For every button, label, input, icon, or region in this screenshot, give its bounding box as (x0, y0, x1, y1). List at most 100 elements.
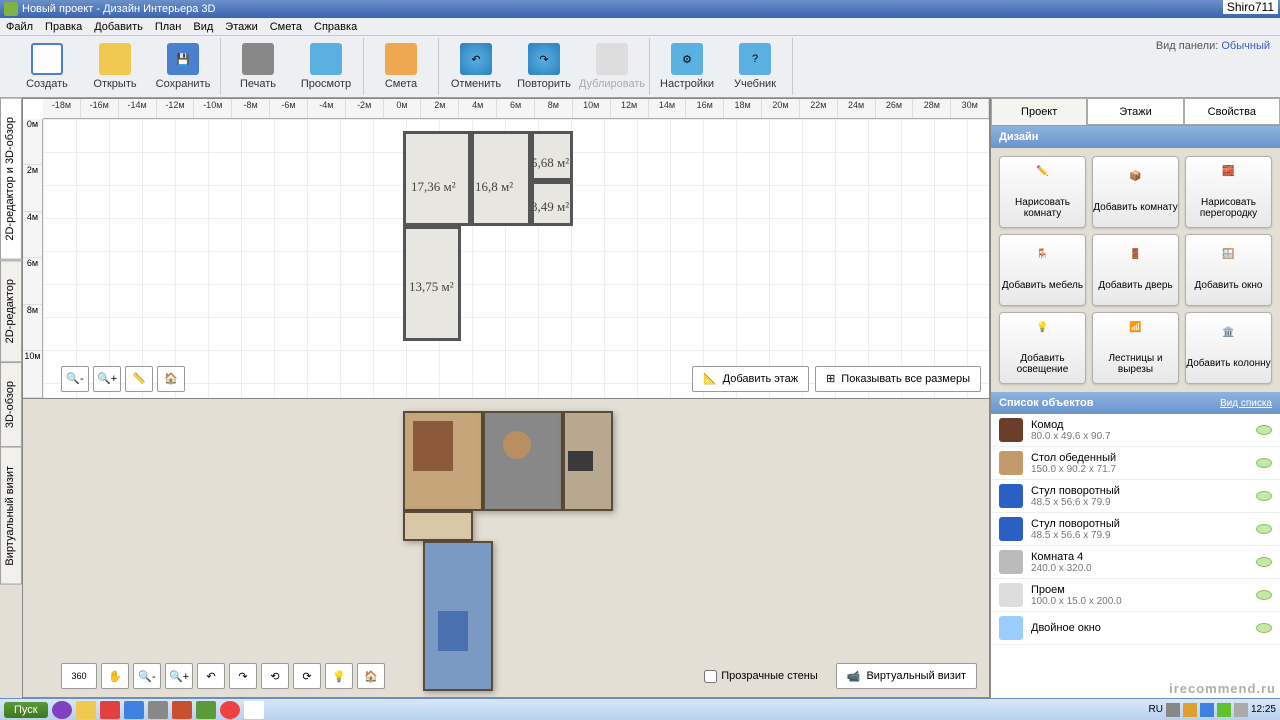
tray-icon[interactable] (1166, 703, 1180, 717)
menu-floors[interactable]: Этажи (225, 21, 257, 33)
taskbar-app-icon[interactable] (52, 701, 72, 719)
design-нарисовать-комнату[interactable]: ✏️Нарисовать комнату (999, 156, 1086, 228)
tray-icon[interactable] (1200, 703, 1214, 717)
duplicate-button: Дублировать (585, 43, 639, 90)
object-item[interactable]: Проем100.0 x 15.0 x 200.0 (991, 579, 1280, 612)
taskbar-app-icon[interactable] (124, 701, 144, 719)
taskbar-app-icon[interactable] (172, 701, 192, 719)
orbit-left-button[interactable]: ⟲ (261, 663, 289, 689)
design-нарисовать-перегородку[interactable]: 🧱Нарисовать перегородку (1185, 156, 1272, 228)
tutorial-button[interactable]: ?Учебник (728, 43, 782, 90)
settings-button[interactable]: ⚙Настройки (660, 43, 714, 90)
design-лестницы-и-вырезы[interactable]: 📶Лестницы и вырезы (1092, 312, 1179, 384)
visibility-icon[interactable] (1256, 557, 1272, 567)
print-button[interactable]: Печать (231, 43, 285, 90)
visibility-icon[interactable] (1256, 491, 1272, 501)
rotate-left-button[interactable]: ↶ (197, 663, 225, 689)
home-button[interactable]: 🏠 (157, 366, 185, 392)
visibility-icon[interactable] (1256, 590, 1272, 600)
tray-volume-icon[interactable] (1234, 703, 1248, 717)
canvas-2d[interactable]: -18м-16м-14м-12м-10м-8м-6м-4м-2м0м2м4м6м… (22, 98, 990, 399)
design-добавить-мебель[interactable]: 🪑Добавить мебель (999, 234, 1086, 306)
design-добавить-комнату[interactable]: 📦Добавить комнату (1092, 156, 1179, 228)
zoom-out-button[interactable]: 🔍- (61, 366, 89, 392)
preview-button[interactable]: Просмотр (299, 43, 353, 90)
design-icon: 🪑 (1029, 249, 1057, 277)
visibility-icon[interactable] (1256, 425, 1272, 435)
rotate-right-button[interactable]: ↷ (229, 663, 257, 689)
visibility-icon[interactable] (1256, 458, 1272, 468)
taskbar-app-icon[interactable] (220, 701, 240, 719)
tray-icon[interactable] (1183, 703, 1197, 717)
help-icon: ? (739, 43, 771, 75)
taskbar-app-icon[interactable] (100, 701, 120, 719)
taskbar-app-icon[interactable] (76, 701, 96, 719)
menu-plan[interactable]: План (155, 21, 182, 33)
clock[interactable]: 12:25 (1251, 704, 1276, 715)
design-добавить-колонну[interactable]: 🏛️Добавить колонну (1185, 312, 1272, 384)
tab-floors[interactable]: Этажи (1087, 98, 1183, 125)
lang-indicator[interactable]: RU (1149, 704, 1163, 715)
object-icon (999, 451, 1023, 475)
transparent-walls-checkbox[interactable]: Прозрачные стены (704, 670, 817, 683)
vtab-2d[interactable]: 2D-редактор (0, 260, 22, 362)
panel-mode-link[interactable]: Обычный (1221, 40, 1270, 52)
menu-edit[interactable]: Правка (45, 21, 82, 33)
tab-project[interactable]: Проект (991, 98, 1087, 125)
pan-button[interactable]: ✋ (101, 663, 129, 689)
menu-file[interactable]: Файл (6, 21, 33, 33)
object-item[interactable]: Двойное окно (991, 612, 1280, 645)
object-list[interactable]: Комод80.0 x 49.6 x 90.7Стол обеденный150… (991, 414, 1280, 698)
orbit-right-button[interactable]: ⟳ (293, 663, 321, 689)
rotate-right-icon: ↷ (238, 670, 247, 683)
home-3d-button[interactable]: 🏠 (357, 663, 385, 689)
redo-button[interactable]: ↷Повторить (517, 43, 571, 90)
tray-icon[interactable] (1217, 703, 1231, 717)
light-button[interactable]: 💡 (325, 663, 353, 689)
show-dims-button[interactable]: ⊞Показывать все размеры (815, 366, 981, 392)
vtab-virtual[interactable]: Виртуальный визит (0, 447, 22, 585)
render-3d[interactable] (403, 411, 613, 701)
rotate-360-button[interactable]: 360 (61, 663, 97, 689)
object-item[interactable]: Стул поворотный48.5 x 56.6 x 79.9 (991, 513, 1280, 546)
open-button[interactable]: Открыть (88, 43, 142, 90)
zoom-in-3d-button[interactable]: 🔍+ (165, 663, 193, 689)
virtual-visit-button[interactable]: 📹Виртуальный визит (836, 663, 977, 689)
list-view-link[interactable]: Вид списка (1220, 398, 1272, 409)
object-item[interactable]: Комната 4240.0 x 320.0 (991, 546, 1280, 579)
printer-icon (242, 43, 274, 75)
floorplan-2d[interactable]: 17,36 м² 16,8 м² 5,68 м² 3,49 м² 13,75 м… (403, 131, 573, 341)
tab-properties[interactable]: Свойства (1184, 98, 1280, 125)
visibility-icon[interactable] (1256, 524, 1272, 534)
taskbar-app-icon[interactable] (244, 701, 264, 719)
add-floor-button[interactable]: 📐Добавить этаж (692, 366, 809, 392)
taskbar-app-icon[interactable] (148, 701, 168, 719)
create-button[interactable]: Создать (20, 43, 74, 90)
design-icon: 📶 (1122, 322, 1150, 350)
vtab-2d3d[interactable]: 2D-редактор и 3D-обзор (0, 98, 22, 260)
object-item[interactable]: Стул поворотный48.5 x 56.6 x 79.9 (991, 480, 1280, 513)
taskbar-app-icon[interactable] (196, 701, 216, 719)
design-добавить-дверь[interactable]: 🚪Добавить дверь (1092, 234, 1179, 306)
undo-button[interactable]: ↶Отменить (449, 43, 503, 90)
measure-button[interactable]: 📏 (125, 366, 153, 392)
menu-help[interactable]: Справка (314, 21, 357, 33)
menu-add[interactable]: Добавить (94, 21, 143, 33)
hand-icon: ✋ (108, 670, 122, 683)
design-icon: 🚪 (1122, 249, 1150, 277)
zoom-out-3d-button[interactable]: 🔍- (133, 663, 161, 689)
menu-estimate[interactable]: Смета (270, 21, 302, 33)
visibility-icon[interactable] (1256, 623, 1272, 633)
canvas-3d[interactable]: 360 ✋ 🔍- 🔍+ ↶ ↷ ⟲ ⟳ 💡 🏠 Прозрачные стены… (22, 399, 990, 699)
save-button[interactable]: 💾Сохранить (156, 43, 210, 90)
estimate-button[interactable]: Смета (374, 43, 428, 90)
vtab-3d[interactable]: 3D-обзор (0, 362, 22, 447)
object-item[interactable]: Стол обеденный150.0 x 90.2 x 71.7 (991, 447, 1280, 480)
design-добавить-окно[interactable]: 🪟Добавить окно (1185, 234, 1272, 306)
zoom-in-button[interactable]: 🔍+ (93, 366, 121, 392)
start-button[interactable]: Пуск (4, 702, 48, 718)
undo-icon: ↶ (460, 43, 492, 75)
menu-view[interactable]: Вид (193, 21, 213, 33)
design-добавить-освещение[interactable]: 💡Добавить освещение (999, 312, 1086, 384)
object-item[interactable]: Комод80.0 x 49.6 x 90.7 (991, 414, 1280, 447)
